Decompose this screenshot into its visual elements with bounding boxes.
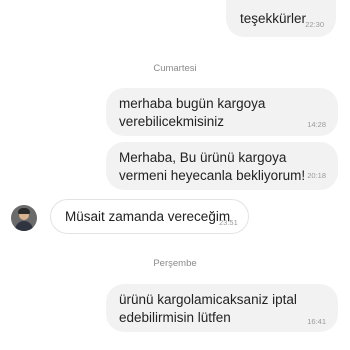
avatar[interactable] <box>11 205 37 231</box>
message-text: ürünü kargolamicaksaniz iptal edebilirmi… <box>119 292 297 325</box>
message-bubble-outgoing[interactable]: ürünü kargolamicaksaniz iptal edebilirmi… <box>106 284 338 332</box>
message-time: 22:30 <box>305 20 324 29</box>
message-bubble-outgoing[interactable]: merhaba bugün kargoya verebilicekmisiniz… <box>106 88 338 136</box>
date-divider: Perşembe <box>153 258 197 269</box>
message-bubble-incoming[interactable]: Müsait zamanda vereceğim 23:51 <box>50 199 249 234</box>
message-time: 20:18 <box>307 171 326 180</box>
avatar-hair-shape <box>18 208 30 214</box>
message-time: 14:28 <box>307 120 326 129</box>
message-time: 16:41 <box>307 317 326 326</box>
message-text: merhaba bugün kargoya verebilicekmisiniz <box>119 96 266 129</box>
message-time: 23:51 <box>219 218 238 227</box>
avatar-body-shape <box>15 221 33 231</box>
message-bubble-outgoing[interactable]: teşekkürler 22:30 <box>226 0 336 37</box>
message-text: Merhaba, Bu ürünü kargoya vermeni heyeca… <box>119 150 306 183</box>
message-bubble-outgoing[interactable]: Merhaba, Bu ürünü kargoya vermeni heyeca… <box>106 142 338 190</box>
date-divider: Cumartesi <box>153 63 197 74</box>
chat-thread: teşekkürler 22:30 Cumartesi merhaba bugü… <box>0 0 350 350</box>
